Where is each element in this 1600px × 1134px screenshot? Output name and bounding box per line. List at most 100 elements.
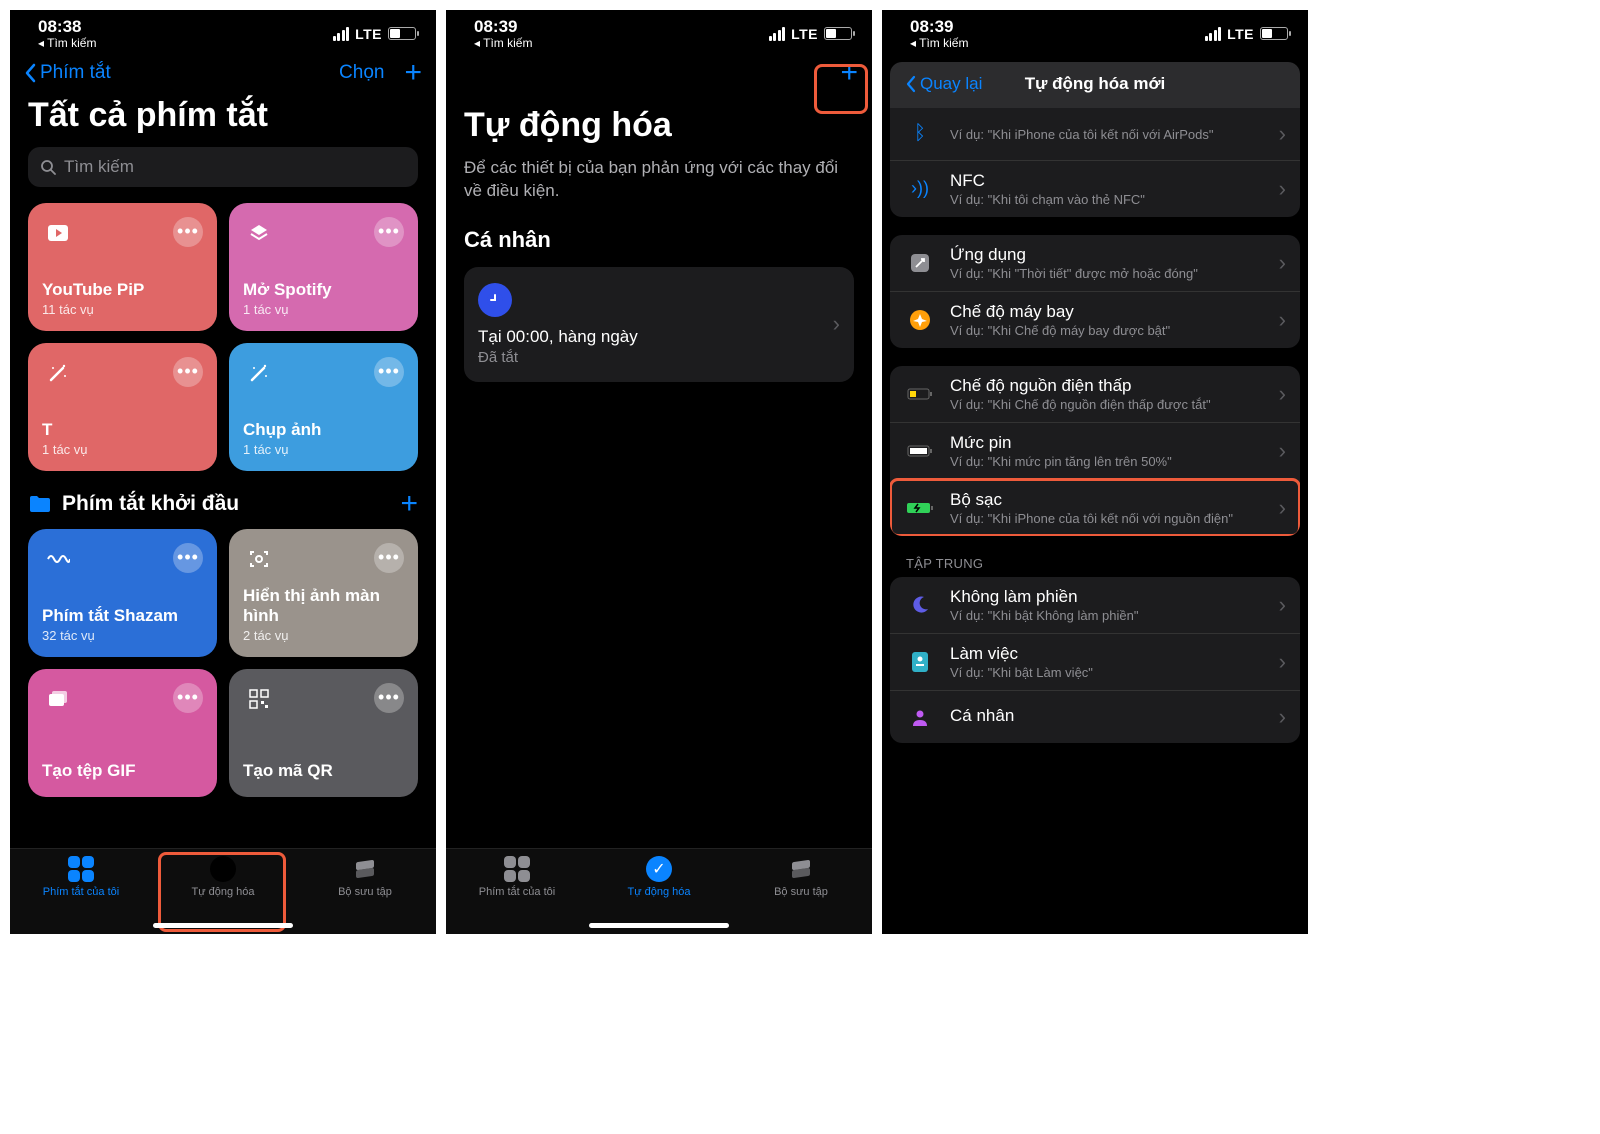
back-button[interactable]: Quay lại [906,74,982,94]
more-button[interactable]: ••• [173,217,203,247]
trigger-list-power: Chế độ nguồn điện thấp Ví dụ: "Khi Chế đ… [890,366,1300,536]
tile-title: Hiển thị ảnh màn hình [243,586,404,626]
breadcrumb-back[interactable]: ◂ Tìm kiếm [38,37,96,50]
screen-new-automation: 08:39 ◂ Tìm kiếm LTE Quay lại Tự động hó… [882,10,1308,934]
shortcut-tile[interactable]: ••• Mở Spotify 1 tác vụ [229,203,418,331]
home-indicator[interactable] [153,923,293,928]
section-personal: Cá nhân [446,221,872,267]
add-section-button[interactable]: + [400,489,418,519]
search-input[interactable]: Tìm kiếm [28,147,418,187]
nav-bar: + [446,52,872,96]
carrier-label: LTE [1227,26,1254,42]
trigger-row-charger[interactable]: Bộ sạc Ví dụ: "Khi iPhone của tôi kết nố… [890,479,1300,536]
trigger-row-app[interactable]: Ứng dụng Ví dụ: "Khi "Thời tiết" được mở… [890,235,1300,291]
tab-automation[interactable]: ✓ Tự động hóa [589,855,730,898]
bluetooth-icon: ᛒ [904,118,936,150]
row-title: Chế độ máy bay [950,302,1265,322]
shortcut-tile[interactable]: ••• Hiển thị ảnh màn hình 2 tác vụ [229,529,418,657]
carrier-label: LTE [355,26,382,42]
status-bar: 08:39 ◂ Tìm kiếm LTE [882,10,1308,52]
row-title: Làm việc [950,644,1265,664]
tile-title: T [42,420,203,440]
automation-card[interactable]: Tại 00:00, hàng ngày Đã tắt › [464,267,854,382]
chevron-right-icon: › [1279,121,1286,147]
chevron-right-icon: › [1279,495,1286,521]
tile-subtitle: 1 tác vụ [243,302,404,317]
layers-icon [243,217,275,249]
add-automation-button[interactable]: + [840,58,858,88]
more-button[interactable]: ••• [173,683,203,713]
chevron-right-icon: › [1279,176,1286,202]
nav-back[interactable]: Phím tắt [24,62,111,84]
tab-gallery[interactable]: Bộ sưu tập [295,855,436,898]
carrier-label: LTE [791,26,818,42]
status-bar: 08:38 ◂ Tìm kiếm LTE [10,10,436,52]
tile-title: Chụp ảnh [243,420,404,440]
wave-icon [42,543,74,575]
clock-icon [478,283,512,317]
signal-icon [769,27,786,41]
more-button[interactable]: ••• [374,683,404,713]
automation-title: Tại 00:00, hàng ngày [478,327,821,347]
shortcut-tile[interactable]: ••• T 1 tác vụ [28,343,217,471]
chevron-right-icon: › [1279,704,1286,730]
status-time: 08:39 [910,18,968,37]
starter-grid: ••• Phím tắt Shazam 32 tác vụ ••• Hiển t… [10,529,436,797]
modal-title: Tự động hóa mới [1025,74,1166,94]
tab-bar: Phím tắt của tôi ✓ Tự động hóa Bộ sưu tậ… [10,848,436,934]
add-button[interactable]: + [404,58,422,88]
tab-gallery[interactable]: Bộ sưu tập [731,855,872,898]
tab-automation[interactable]: ✓ Tự động hóa [153,855,294,898]
tile-title: Mở Spotify [243,280,404,300]
trigger-row-airplane[interactable]: Chế độ máy bay Ví dụ: "Khi Chế độ máy ba… [890,291,1300,348]
home-indicator[interactable] [589,923,729,928]
tab-shortcuts[interactable]: Phím tắt của tôi [11,855,152,898]
row-subtitle: Ví dụ: "Khi iPhone của tôi kết nối với n… [950,511,1265,526]
trigger-row-moon[interactable]: Không làm phiền Ví dụ: "Khi bật Không là… [890,577,1300,633]
tile-subtitle: 32 tác vụ [42,628,203,643]
photos-icon [42,683,74,715]
shortcut-tile[interactable]: ••• Phím tắt Shazam 32 tác vụ [28,529,217,657]
shortcut-tile[interactable]: ••• Tạo mã QR [229,669,418,797]
nfc-icon: ›)) [904,173,936,205]
status-bar: 08:39 ◂ Tìm kiếm LTE [446,10,872,52]
airplane-icon [904,304,936,336]
more-button[interactable]: ••• [374,217,404,247]
group-header-focus: TẬP TRUNG [882,536,1308,577]
shortcut-tile[interactable]: ••• Tạo tệp GIF [28,669,217,797]
tile-subtitle: 1 tác vụ [42,442,203,457]
folder-icon [28,494,52,514]
trigger-row-lowbat[interactable]: Chế độ nguồn điện thấp Ví dụ: "Khi Chế đ… [890,366,1300,422]
shortcut-tile[interactable]: ••• YouTube PiP 11 tác vụ [28,203,217,331]
more-button[interactable]: ••• [374,543,404,573]
more-button[interactable]: ••• [173,357,203,387]
breadcrumb-back[interactable]: ◂ Tìm kiếm [910,37,968,50]
choose-button[interactable]: Chọn [339,62,384,84]
row-subtitle: Ví dụ: "Khi "Thời tiết" được mở hoặc đón… [950,266,1265,281]
tab-shortcuts[interactable]: Phím tắt của tôi [447,855,588,898]
more-button[interactable]: ••• [173,543,203,573]
row-title: Mức pin [950,433,1265,453]
search-icon [40,159,56,175]
charger-icon [904,492,936,524]
trigger-row-badge[interactable]: Làm việc Ví dụ: "Khi bật Làm việc" › [890,633,1300,690]
row-subtitle: Ví dụ: "Khi bật Làm việc" [950,665,1265,680]
row-subtitle: Ví dụ: "Khi bật Không làm phiền" [950,608,1265,623]
trigger-row-person[interactable]: Cá nhân › [890,690,1300,743]
row-subtitle: Ví dụ: "Khi iPhone của tôi kết nối với A… [950,127,1265,142]
row-subtitle: Ví dụ: "Khi tôi chạm vào thẻ NFC" [950,192,1265,207]
screen-shortcuts: 08:38 ◂ Tìm kiếm LTE Phím tắt Chọn + Tất… [10,10,436,934]
automation-status: Đã tắt [478,349,821,366]
row-subtitle: Ví dụ: "Khi Chế độ máy bay được bật" [950,323,1265,338]
capture-icon [243,543,275,575]
more-button[interactable]: ••• [374,357,404,387]
battery-icon [904,435,936,467]
chevron-right-icon: › [1279,381,1286,407]
trigger-row-nfc[interactable]: ›)) NFC Ví dụ: "Khi tôi chạm vào thẻ NFC… [890,160,1300,217]
trigger-row-battery[interactable]: Mức pin Ví dụ: "Khi mức pin tăng lên trê… [890,422,1300,479]
trigger-list-app: Ứng dụng Ví dụ: "Khi "Thời tiết" được mở… [890,235,1300,348]
shortcut-tile[interactable]: ••• Chụp ảnh 1 tác vụ [229,343,418,471]
trigger-row-bluetooth[interactable]: ᛒ Ví dụ: "Khi iPhone của tôi kết nối với… [890,108,1300,160]
section-header: Phím tắt khởi đầu + [10,471,436,529]
breadcrumb-back[interactable]: ◂ Tìm kiếm [474,37,532,50]
